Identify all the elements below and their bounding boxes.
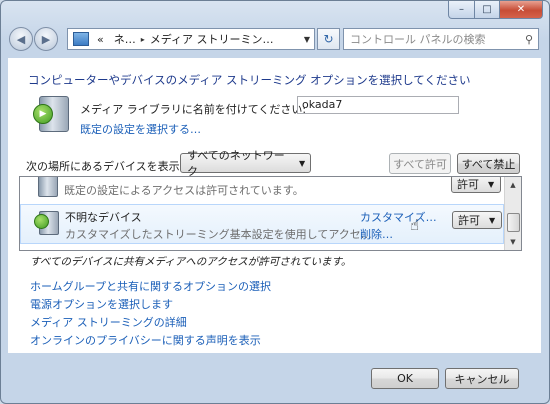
permission-value: 許可 [458,214,480,227]
chevron-down-icon: ▼ [489,215,496,225]
chevron-down-icon: ▼ [488,179,495,189]
device-list[interactable]: 既定の設定によるアクセスは許可されています。 許可 ▼ 不明なデバイス カスタマ… [19,176,522,251]
breadcrumb-media-streaming[interactable]: メディア ストリーミン… [145,31,279,47]
device-description: カスタマイズしたストリーミング基本設定を使用してアクセ… [65,228,372,241]
network-filter-value: すべてのネットワーク [187,149,285,178]
refresh-icon: ↻ [323,32,334,46]
refresh-button[interactable]: ↻ [317,28,340,50]
play-icon [34,214,49,229]
window-frame: – □ ✕ ◀ ▶ « ネ… ▸ メディア ストリーミン… ▼ ↻ コントロール… [0,0,550,404]
device-name: 不明なデバイス [65,211,142,224]
minimize-button[interactable]: – [448,1,475,19]
device-icon [38,177,58,197]
back-button[interactable]: ◀ [9,27,33,51]
remove-link[interactable]: 削除… [360,226,393,242]
back-arrow-icon: ◀ [16,32,26,46]
chevron-down-icon: ▼ [299,158,306,168]
content-pane: コンピューターやデバイスのメディア ストリーミング オプションを選択してください… [8,58,541,353]
forward-button[interactable]: ▶ [34,27,58,51]
cancel-button[interactable]: キャンセル [445,368,519,389]
library-name-label: メディア ライブラリに名前を付けてください: [80,103,307,116]
device-icon [34,211,59,235]
forward-arrow-icon: ▶ [41,32,51,46]
scroll-up-icon[interactable]: ▲ [505,177,521,193]
close-button[interactable]: ✕ [500,1,543,19]
media-streaming-details-link[interactable]: メディア ストリーミングの詳細 [30,316,187,329]
scroll-down-icon[interactable]: ▼ [505,234,521,250]
caption-buttons: – □ ✕ [448,1,543,19]
scroll-thumb[interactable] [507,213,520,232]
device-list-scrollbar[interactable]: ▲ ▼ [504,177,521,250]
ok-button[interactable]: OK [371,368,439,389]
device-description: 既定の設定によるアクセスは許可されています。 [64,184,304,197]
library-name-field[interactable]: okada7 [297,96,459,114]
control-panel-icon [73,32,89,46]
customize-link[interactable]: カスタマイズ… [360,209,437,225]
search-input[interactable]: コントロール パネルの検索 [344,31,520,47]
block-all-button[interactable]: すべて禁止 [457,153,520,174]
address-bar[interactable]: « ネ… ▸ メディア ストリーミン… ▼ [67,28,315,50]
list-item[interactable]: 不明なデバイス カスタマイズしたストリーミング基本設定を使用してアクセ… カスタ… [20,204,504,244]
shared-access-note: すべてのデバイスに共有メディアへのアクセスが許可されています。 [30,256,352,268]
address-dropdown-icon[interactable]: ▼ [300,35,314,44]
media-library-icon: ▶ [33,94,71,132]
breadcrumb-network[interactable]: ネ… [109,31,141,47]
breadcrumb-overflow[interactable]: « [92,33,109,46]
options-links: ホームグループと共有に関するオプションの選択 電源オプションを選択します メディ… [30,278,271,350]
allow-all-button[interactable]: すべて許可 [389,153,451,174]
page-title: コンピューターやデバイスのメディア ストリーミング オプションを選択してください [28,73,471,87]
power-options-link[interactable]: 電源オプションを選択します [30,298,173,311]
search-box[interactable]: コントロール パネルの検索 ⚲ [343,28,539,50]
homegroup-sharing-link[interactable]: ホームグループと共有に関するオプションの選択 [30,280,271,293]
show-devices-label: 次の場所にあるデバイスを表示: [26,160,184,173]
permission-value: 許可 [457,178,479,191]
maximize-button[interactable]: □ [475,1,500,19]
permission-select[interactable]: 許可 ▼ [452,211,502,229]
choose-default-settings-link[interactable]: 既定の設定を選択する… [80,121,201,137]
privacy-statement-link[interactable]: オンラインのプライバシーに関する声明を表示 [30,334,261,347]
permission-select[interactable]: 許可 ▼ [451,177,501,193]
search-icon[interactable]: ⚲ [520,33,538,46]
network-filter-select[interactable]: すべてのネットワーク ▼ [180,149,311,178]
hand-cursor-icon: ☝ [410,216,420,234]
list-item[interactable]: 既定の設定によるアクセスは許可されています。 許可 ▼ [20,177,504,199]
